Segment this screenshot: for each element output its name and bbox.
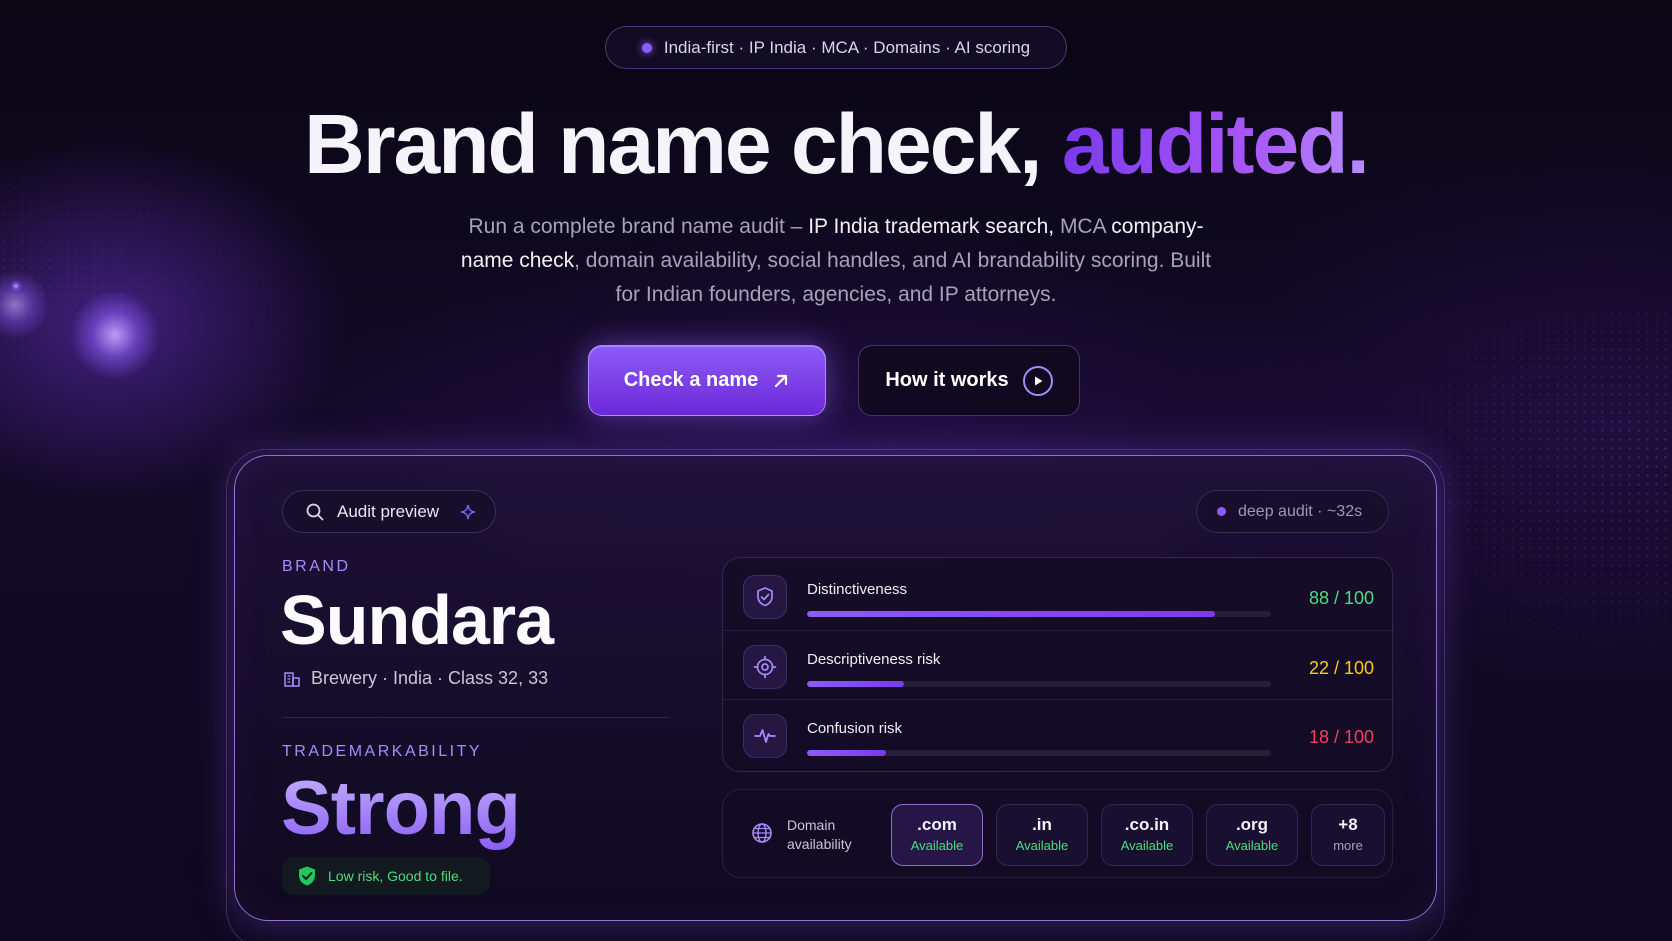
domain-label-line: Domain	[787, 817, 836, 833]
metric-score: 18 / 100	[1308, 727, 1374, 747]
domain-status: Available	[1120, 838, 1174, 853]
brand-meta-text: Brewery · India · Class 32, 33	[311, 668, 549, 688]
domain-name: +8	[1338, 815, 1358, 834]
metric-progress-track	[807, 681, 1271, 687]
trademarkability-label: TRADEMARKABILITY	[282, 743, 483, 760]
domain-status: Available	[1015, 838, 1069, 853]
decorative-glow-orb	[10, 280, 22, 292]
metric-label: Descriptiveness risk	[807, 651, 941, 668]
arrow-up-right-icon	[775, 374, 788, 387]
metric-row-confusion: Confusion risk 18 / 100	[723, 699, 1394, 768]
audit-preview-label: Audit preview	[337, 501, 440, 521]
domain-status: more	[1333, 838, 1363, 853]
status-dot-icon	[641, 42, 652, 53]
hero-title-accent: audited.	[1061, 97, 1370, 191]
audit-mode-badge: deep audit · ~32s	[1196, 490, 1389, 533]
decorative-glow-orb	[70, 290, 160, 380]
search-icon	[306, 503, 324, 520]
metric-row-descriptiveness: Descriptiveness risk 22 / 100	[723, 630, 1394, 699]
domain-chip-co-in[interactable]: .co.in Available	[1101, 804, 1193, 866]
shield-check-icon	[299, 866, 315, 886]
how-it-works-button-label: How it works	[885, 369, 1009, 391]
risk-status-text: Low risk, Good to file.	[328, 868, 463, 884]
domain-chip-com[interactable]: .com Available	[891, 804, 983, 866]
domain-chip-org[interactable]: .org Available	[1206, 804, 1298, 866]
metric-progress-fill	[807, 750, 886, 756]
hero-subtitle-part: , domain availability, social handles, a…	[574, 249, 1212, 306]
sparkle-icon	[460, 504, 476, 519]
metric-score: 88 / 100	[1308, 588, 1374, 608]
status-dot-icon	[1217, 507, 1226, 516]
hero-title: Brand name check, audited.	[0, 96, 1672, 193]
brand-meta: Brewery · India · Class 32, 33	[283, 668, 548, 689]
metric-label: Confusion risk	[807, 720, 903, 737]
check-name-button[interactable]: Check a name	[588, 345, 826, 416]
target-icon	[743, 645, 787, 689]
pulse-icon	[743, 714, 787, 758]
metric-score: 22 / 100	[1308, 658, 1374, 678]
hero-subtitle-highlight: IP India trademark search,	[808, 215, 1055, 238]
domain-name: .org	[1235, 815, 1269, 834]
metric-row-distinctiveness: Distinctiveness 88 / 100	[723, 561, 1394, 630]
check-name-button-label: Check a name	[623, 369, 759, 391]
score-metrics-panel: Distinctiveness 88 / 100 Descriptiveness…	[722, 557, 1394, 772]
hero-title-main: Brand name check,	[304, 97, 1042, 191]
building-icon	[284, 671, 300, 687]
metric-label: Distinctiveness	[807, 581, 908, 598]
how-it-works-button[interactable]: How it works	[858, 345, 1080, 416]
hero-badge: India-first · IP India · MCA · Domains ·…	[605, 26, 1067, 69]
domain-name: .co.in	[1124, 815, 1170, 834]
domain-chip-in[interactable]: .in Available	[996, 804, 1088, 866]
play-icon	[1022, 365, 1053, 396]
domain-availability-panel: Domain availability .com Available .in A…	[722, 789, 1393, 878]
globe-icon	[752, 823, 772, 843]
brand-name: Sundara	[280, 581, 554, 659]
metric-progress-track	[807, 611, 1271, 617]
divider	[282, 717, 670, 718]
domain-label-line: availability	[787, 836, 852, 852]
metric-progress-fill	[807, 681, 905, 687]
hero-subtitle-part: MCA	[1054, 215, 1112, 238]
metric-progress-track	[807, 750, 1271, 756]
shield-check-icon	[743, 575, 787, 619]
hero-badge-text: India-first · IP India · MCA · Domains ·…	[663, 37, 1031, 57]
trademarkability-value: Strong	[281, 766, 521, 851]
metric-progress-fill	[807, 611, 1216, 617]
audit-mode-label: deep audit · ~32s	[1238, 502, 1363, 520]
domain-status: Available	[910, 838, 964, 853]
domain-name: .com	[917, 815, 957, 834]
domain-status: Available	[1225, 838, 1279, 853]
domain-name: .in	[1032, 815, 1052, 834]
hero-subtitle-part: Run a complete brand name audit –	[468, 215, 809, 238]
domain-availability-label: Domain availability	[787, 816, 852, 854]
domain-chip-more[interactable]: +8 more	[1311, 804, 1385, 866]
audit-preview-pill[interactable]: Audit preview	[282, 490, 496, 533]
risk-status-badge: Low risk, Good to file.	[282, 857, 490, 895]
hero-subtitle: Run a complete brand name audit – IP Ind…	[446, 210, 1226, 312]
brand-label: BRAND	[282, 558, 351, 575]
